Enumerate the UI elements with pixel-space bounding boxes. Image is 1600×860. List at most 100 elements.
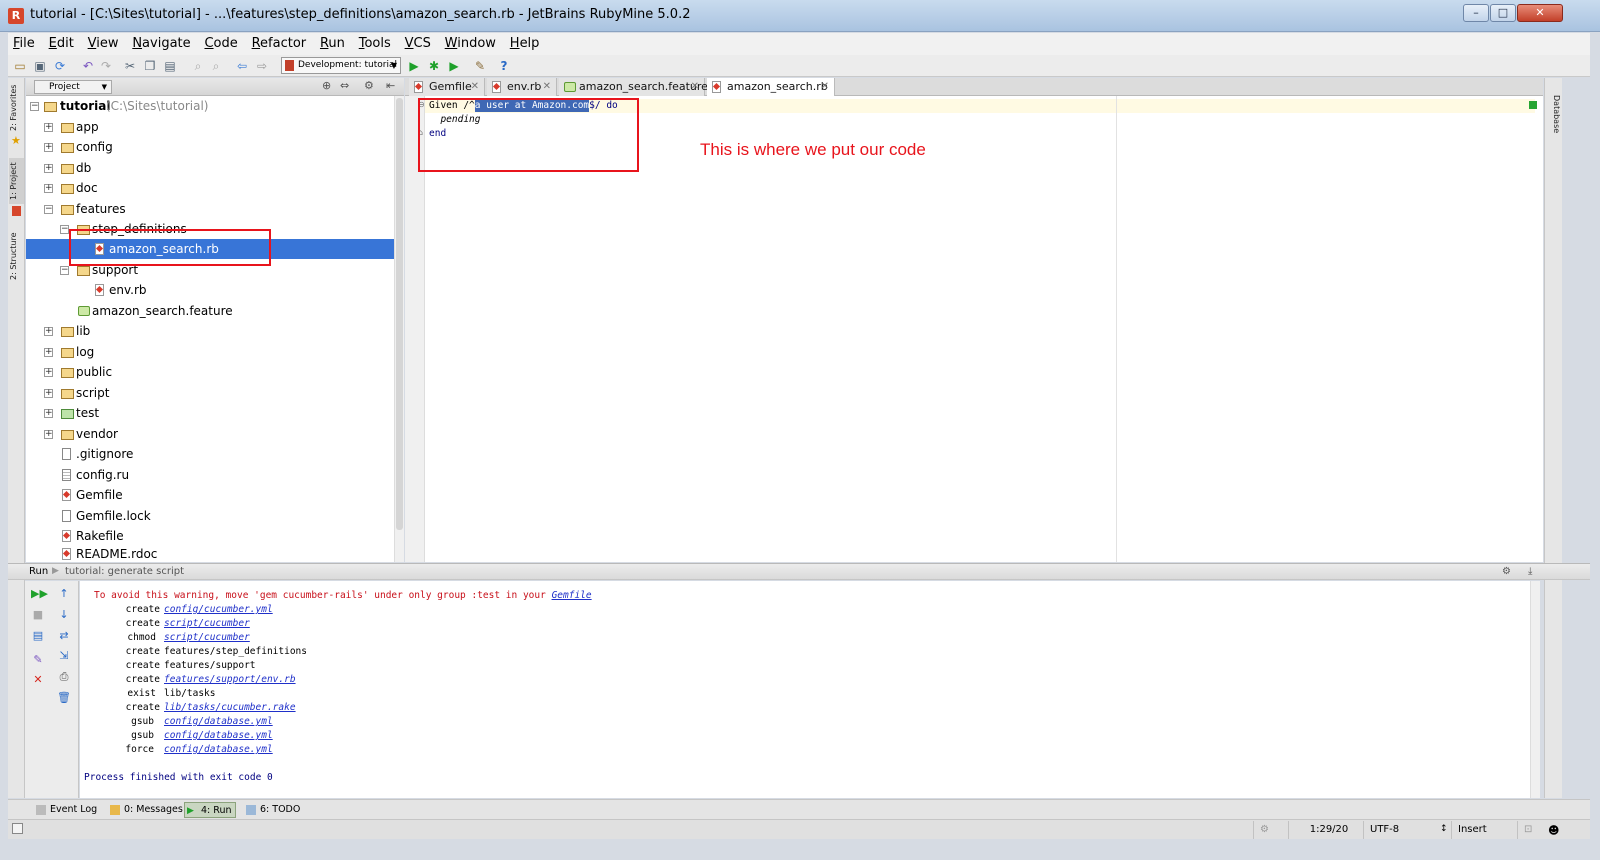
settings-icon[interactable]: ✎ [472, 58, 488, 74]
expand-icon[interactable]: + [44, 409, 53, 418]
tab-messages[interactable]: 0: Messages [108, 802, 183, 818]
run-console[interactable]: To avoid this warning, move 'gem cucumbe… [80, 581, 1540, 798]
hide-panel-icon[interactable]: ⤓ [1528, 564, 1532, 579]
expand-icon[interactable]: + [44, 143, 53, 152]
copy-icon[interactable]: ❐ [142, 58, 158, 74]
tab-run[interactable]: ▶ 4: Run [184, 802, 236, 818]
menu-code[interactable]: Code [204, 33, 237, 55]
tab-project[interactable]: 1: Project [9, 158, 24, 204]
project-view-select[interactable]: Project ▼ [34, 80, 112, 94]
menu-window[interactable]: Window [445, 33, 496, 55]
collapse-all-icon[interactable]: ⇔ [340, 79, 349, 92]
locate-icon[interactable]: ⊕ [322, 79, 331, 92]
close-tab-icon[interactable]: ✕ [543, 78, 551, 96]
up-arrow-icon[interactable]: ↑ [57, 587, 71, 601]
menu-navigate[interactable]: Navigate [132, 33, 190, 55]
expand-icon[interactable]: + [44, 123, 53, 132]
close-button[interactable]: ✕ [1517, 4, 1563, 22]
tree-item-config[interactable]: + config [26, 137, 394, 157]
undo-icon[interactable]: ↶ [80, 58, 96, 74]
open-icon[interactable]: ▭ [12, 58, 28, 74]
tab-database[interactable]: Database [1546, 86, 1561, 142]
tree-root[interactable]: − tutorial (C:\Sites\tutorial) [26, 96, 394, 116]
tree-item-readme[interactable]: README.rdoc [26, 544, 394, 562]
tree-item-amazon-search-feature[interactable]: amazon_search.feature [26, 301, 394, 321]
expand-icon[interactable]: + [44, 368, 53, 377]
lock-icon[interactable]: ⊡ [1517, 821, 1543, 839]
expand-icon[interactable]: + [44, 184, 53, 193]
gear-icon[interactable]: ⚙ [364, 79, 374, 92]
print-icon[interactable]: ⎙ [57, 670, 71, 684]
tree-item-features[interactable]: − features [26, 199, 394, 219]
tree-item-script[interactable]: + script [26, 383, 394, 403]
close-tab-icon[interactable]: ✕ [821, 78, 829, 96]
run-config-name[interactable]: tutorial: generate script [65, 564, 184, 579]
forward-icon[interactable]: ⇨ [254, 58, 270, 74]
collapse-icon[interactable]: − [60, 266, 69, 275]
trash-icon[interactable]: 🗑 [57, 691, 71, 705]
help-icon[interactable]: ? [496, 58, 512, 74]
close-tab-icon[interactable]: ✕ [471, 78, 479, 96]
run-icon[interactable]: ▶ [406, 58, 422, 74]
menu-refactor[interactable]: Refactor [252, 33, 307, 55]
tree-item-log[interactable]: + log [26, 342, 394, 362]
console-link[interactable]: config/database.yml [164, 715, 273, 729]
menu-edit[interactable]: Edit [49, 33, 74, 55]
collapse-icon[interactable]: − [30, 102, 39, 111]
pin-icon[interactable]: ✎ [31, 653, 45, 667]
inspection-ok-icon[interactable] [1529, 101, 1537, 109]
layout-icon[interactable]: ▤ [31, 629, 45, 643]
tab-structure[interactable]: 2: Structure [9, 230, 24, 282]
tree-item-rakefile[interactable]: Rakefile [26, 526, 394, 546]
menu-help[interactable]: Help [510, 33, 540, 55]
tab-amazon-search-feature[interactable]: amazon_search.feature ✕ [559, 78, 708, 96]
console-link[interactable]: script/cucumber [164, 617, 250, 631]
soft-wrap-icon[interactable]: ⇄ [57, 629, 71, 643]
expand-icon[interactable]: + [44, 389, 53, 398]
debug-icon[interactable]: ✱ [426, 58, 442, 74]
replace-icon[interactable]: ⌕ [208, 58, 224, 74]
back-icon[interactable]: ⇦ [234, 58, 250, 74]
redo-icon[interactable]: ↷ [98, 58, 114, 74]
console-link[interactable]: config/cucumber.yml [164, 603, 273, 617]
expand-icon[interactable]: + [44, 430, 53, 439]
tree-item-env-rb[interactable]: env.rb [26, 280, 394, 300]
maximize-button[interactable]: □ [1490, 4, 1516, 22]
tool-windows-icon[interactable] [12, 823, 23, 834]
find-icon[interactable]: ⌕ [190, 58, 206, 74]
menu-tools[interactable]: Tools [359, 33, 391, 55]
tab-event-log[interactable]: Event Log [34, 802, 100, 818]
sync-icon[interactable]: ⟳ [52, 58, 68, 74]
hide-panel-icon[interactable]: ⇤ [386, 79, 395, 92]
console-link[interactable]: script/cucumber [164, 631, 250, 645]
coverage-icon[interactable]: ▶ [446, 58, 462, 74]
tree-item-db[interactable]: + db [26, 158, 394, 178]
rerun-icon[interactable]: ▶▶ [31, 587, 48, 601]
tree-item-gitignore[interactable]: .gitignore [26, 444, 394, 464]
tree-item-doc[interactable]: + doc [26, 178, 394, 198]
gear-icon[interactable]: ⚙ [1502, 564, 1511, 579]
tree-item-vendor[interactable]: + vendor [26, 424, 394, 444]
insert-mode[interactable]: Insert [1451, 821, 1517, 839]
tab-gemfile[interactable]: Gemfile ✕ [409, 78, 485, 96]
tree-item-lib[interactable]: + lib [26, 321, 394, 341]
menu-file[interactable]: File [13, 33, 35, 55]
tree-item-gemfile-lock[interactable]: Gemfile.lock [26, 506, 394, 526]
project-scrollbar[interactable] [394, 96, 404, 562]
menu-run[interactable]: Run [320, 33, 345, 55]
close-icon[interactable]: ✕ [31, 673, 45, 687]
tree-item-gemfile[interactable]: Gemfile [26, 485, 394, 505]
collapse-icon[interactable]: − [44, 205, 53, 214]
tab-amazon-search-rb[interactable]: amazon_search.rb ✕ [707, 78, 835, 96]
stop-icon[interactable]: ■ [31, 608, 45, 622]
save-icon[interactable]: ▣ [32, 58, 48, 74]
caret-position[interactable]: 1:29/20 [1288, 821, 1363, 839]
expand-icon[interactable]: + [44, 164, 53, 173]
tree-item-public[interactable]: + public [26, 362, 394, 382]
console-scrollbar[interactable] [1530, 581, 1540, 798]
menu-vcs[interactable]: VCS [405, 33, 431, 55]
expand-icon[interactable]: + [44, 348, 53, 357]
paste-icon[interactable]: ▤ [162, 58, 178, 74]
console-link[interactable]: config/database.yml [164, 743, 273, 757]
tree-item-config-ru[interactable]: config.ru [26, 465, 394, 485]
